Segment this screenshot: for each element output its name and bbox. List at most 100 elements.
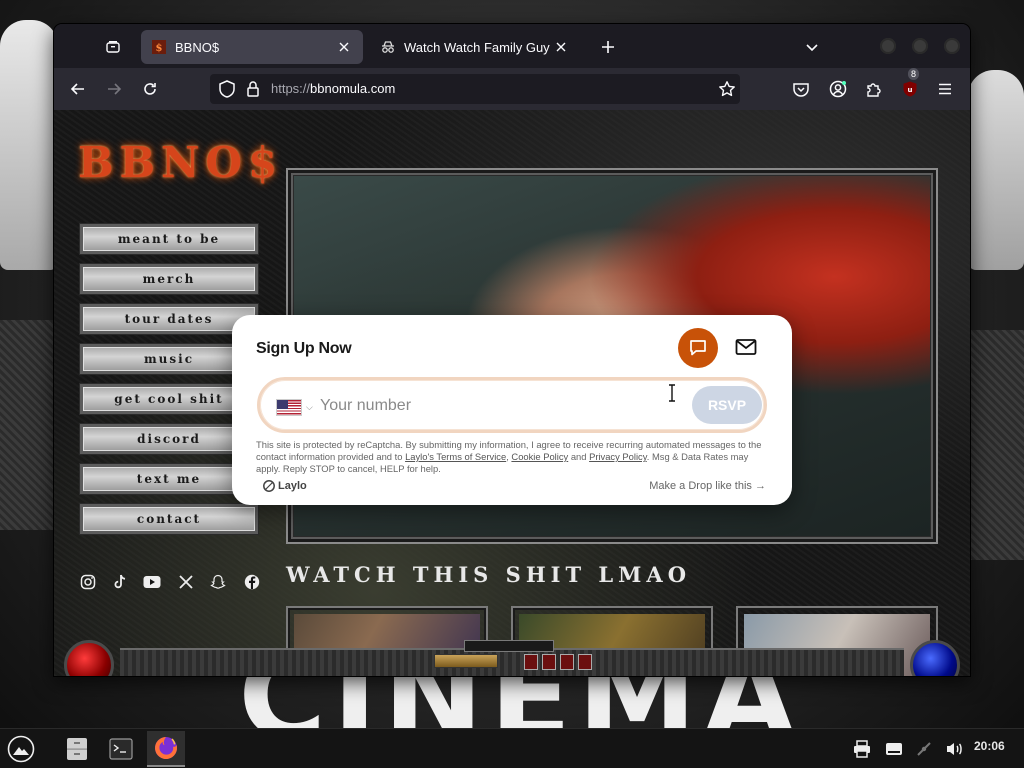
wallpaper-hand-right <box>968 70 1024 270</box>
chevron-down-icon <box>806 44 818 52</box>
terminal-icon <box>109 738 133 760</box>
app-launcher-button[interactable] <box>2 731 40 767</box>
printer-icon[interactable] <box>850 737 874 761</box>
cookie-policy-link[interactable]: Cookie Policy <box>511 451 568 462</box>
file-manager-button[interactable] <box>58 731 96 767</box>
close-tab-icon[interactable] <box>335 38 353 56</box>
window-close-button[interactable] <box>944 38 960 54</box>
taskbar: 20:06 <box>0 728 1024 768</box>
facebook-icon[interactable] <box>242 572 262 592</box>
envelope-icon <box>735 339 757 355</box>
tab-title: BBNO$ <box>175 39 220 55</box>
url-bar[interactable]: https://bbnomula.com <box>210 74 740 104</box>
wallpaper-coat-right <box>968 330 1024 560</box>
arrow-right-icon <box>108 83 122 95</box>
ublock-count-badge: 8 <box>908 68 920 80</box>
forward-button[interactable] <box>100 75 128 103</box>
tiktok-icon[interactable] <box>110 572 130 592</box>
arrow-left-icon <box>70 83 84 95</box>
email-option-button[interactable] <box>732 333 760 361</box>
potion-slot <box>560 654 574 670</box>
privacy-policy-link[interactable]: Privacy Policy <box>589 451 647 462</box>
phone-number-input[interactable] <box>320 391 650 421</box>
site-logo[interactable]: BBNO$ <box>78 138 283 187</box>
snapchat-icon[interactable] <box>208 572 228 592</box>
lock-icon[interactable] <box>242 78 264 104</box>
tab-title: Watch Watch Family Guy Online <box>404 39 552 55</box>
pocket-button[interactable] <box>787 75 815 103</box>
make-drop-text: Make a Drop like this <box>649 480 752 492</box>
tab-list-button[interactable] <box>99 33 127 61</box>
navigation-toolbar: https://bbnomula.com u 8 <box>54 68 970 110</box>
window-maximize-button[interactable] <box>912 38 928 54</box>
hud-bar <box>120 648 904 676</box>
svg-text:u: u <box>908 86 913 94</box>
close-tab-icon[interactable] <box>552 38 570 56</box>
make-a-drop-link[interactable]: Make a Drop like this → <box>649 480 766 492</box>
app-menu-button[interactable] <box>931 75 959 103</box>
chat-bubble-icon <box>690 340 706 356</box>
plus-icon <box>602 41 614 53</box>
url-host: bbnomula.com <box>310 81 396 96</box>
tab-family-guy[interactable]: Watch Watch Family Guy Online <box>370 30 580 64</box>
clock[interactable]: 20:06 <box>974 739 1005 753</box>
stamina-bar <box>434 654 498 668</box>
us-flag-icon <box>276 398 302 416</box>
reload-icon <box>144 83 156 95</box>
arrow-right-icon: → <box>755 480 766 492</box>
reload-button[interactable] <box>136 75 164 103</box>
wallpaper-coat-left <box>0 320 55 530</box>
terms-of-service-link[interactable]: Laylo's Terms of Service <box>405 451 506 462</box>
rsvp-button[interactable]: RSVP <box>692 386 762 424</box>
mana-orb <box>910 640 960 676</box>
url-text[interactable]: https://bbnomula.com <box>271 81 395 96</box>
youtube-icon[interactable] <box>142 572 162 592</box>
country-code-select[interactable]: ⌵ <box>276 397 320 417</box>
url-protocol: https:// <box>271 81 311 96</box>
social-links <box>78 572 268 594</box>
laylo-mark-icon <box>263 480 275 492</box>
nav-contact[interactable]: contact <box>80 504 258 534</box>
hud-belt <box>464 640 554 652</box>
x-icon[interactable] <box>176 572 196 592</box>
file-cabinet-icon <box>67 738 87 760</box>
firefox-icon <box>155 737 178 759</box>
extensions-button[interactable] <box>860 75 888 103</box>
keyboard-layout-icon[interactable] <box>882 737 906 761</box>
sms-option-button[interactable] <box>678 328 718 368</box>
wallpaper-hand-left <box>0 20 58 270</box>
account-button[interactable] <box>824 75 852 103</box>
bbno-favicon-icon: $ <box>151 39 167 55</box>
nav-meant-to-be[interactable]: meant to be <box>80 224 258 254</box>
account-icon <box>829 80 847 98</box>
text-cursor-icon <box>669 384 675 402</box>
tab-bbnos[interactable]: $ BBNO$ <box>141 30 363 64</box>
nav-merch[interactable]: merch <box>80 264 258 294</box>
game-hud-decoration <box>54 640 970 676</box>
bookmark-star-icon[interactable] <box>714 76 740 102</box>
laylo-logo[interactable]: Laylo <box>262 479 307 493</box>
firefox-taskbar-button[interactable] <box>147 731 185 767</box>
list-all-tabs-button[interactable] <box>798 33 826 61</box>
potion-slot <box>524 654 538 670</box>
watch-section-heading: WATCH THIS SHIT LMAO <box>286 562 692 587</box>
signup-modal: Sign Up Now ⌵ RSVP This site is protecte… <box>232 315 792 505</box>
volume-icon[interactable] <box>942 737 966 761</box>
svg-text:$: $ <box>156 43 163 54</box>
tab-bar: $ BBNO$ Watch Watch Family Guy Online <box>54 24 970 68</box>
instagram-icon[interactable] <box>78 572 98 592</box>
network-disconnected-icon[interactable] <box>912 737 936 761</box>
window-minimize-button[interactable] <box>880 38 896 54</box>
tracking-protection-shield-icon[interactable] <box>216 78 238 104</box>
legal-disclaimer: This site is protected by reCaptcha. By … <box>256 439 768 475</box>
terminal-button[interactable] <box>102 731 140 767</box>
new-tab-button[interactable] <box>594 33 622 61</box>
life-orb <box>64 640 114 676</box>
puzzle-piece-icon <box>867 83 881 97</box>
back-button[interactable] <box>64 75 92 103</box>
modal-title: Sign Up Now <box>256 340 352 357</box>
incognito-favicon-icon <box>380 39 396 55</box>
tab-list-icon <box>106 41 120 53</box>
pocket-icon <box>793 83 809 97</box>
launcher-mountain-icon <box>7 735 35 763</box>
